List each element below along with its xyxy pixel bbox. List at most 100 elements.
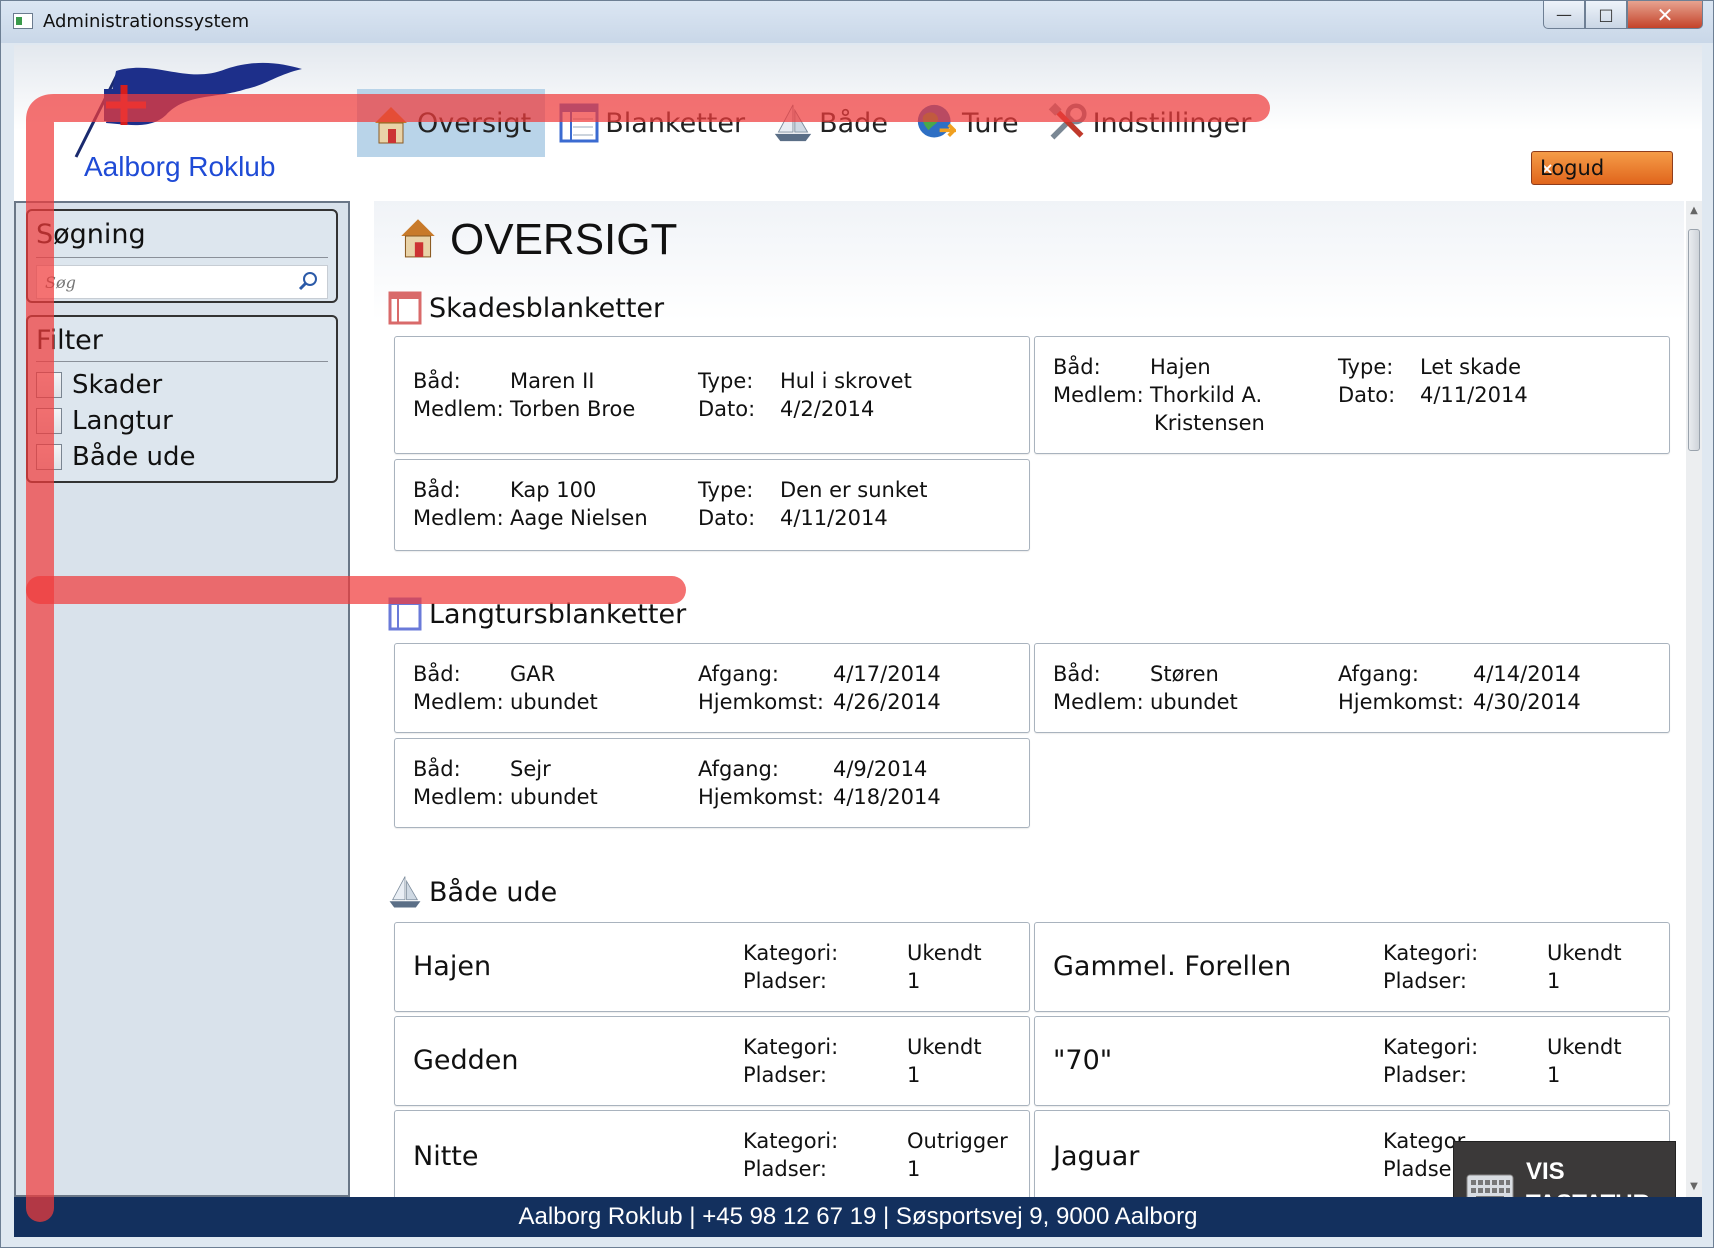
seats-value: 1	[907, 1157, 921, 1181]
return-value: 4/30/2014	[1473, 690, 1581, 714]
nav-tab-oversigt[interactable]: Oversigt	[357, 89, 546, 157]
member-value: Aage Nielsen	[510, 506, 648, 530]
member-value: Torben Broe	[510, 397, 636, 421]
type-value: Let skade	[1420, 355, 1522, 379]
date-value: 4/11/2014	[780, 506, 888, 530]
scroll-up-icon[interactable]: ▲	[1686, 205, 1702, 216]
nav-tab-label: Både	[819, 107, 888, 139]
checkbox[interactable]	[36, 408, 62, 434]
checkbox[interactable]	[36, 372, 62, 398]
section-title-longtrip: Langtursblanketter	[429, 599, 687, 630]
boat-label: Båd:	[1053, 662, 1101, 686]
departure-value: 4/14/2014	[1473, 662, 1581, 686]
divider	[36, 257, 328, 258]
nav-tab-baade[interactable]: Både	[759, 89, 902, 157]
member-value: Thorkild A.	[1150, 383, 1263, 407]
vertical-scrollbar[interactable]: ▲ ▼	[1686, 201, 1702, 1197]
type-value: Den er sunket	[780, 478, 928, 502]
filter-label: Både ude	[72, 442, 196, 472]
category-value: Ukendt	[1547, 941, 1622, 965]
close-button[interactable]: ✕	[1627, 1, 1703, 29]
sailboat-icon	[773, 101, 813, 145]
search-icon[interactable]	[297, 270, 319, 292]
member-label: Medlem:	[413, 397, 504, 421]
departure-value: 4/17/2014	[833, 662, 941, 686]
club-flag-logo	[74, 62, 302, 158]
type-label: Type:	[698, 369, 754, 393]
member-label: Medlem:	[413, 690, 504, 714]
nav-tab-label: Ture	[961, 107, 1019, 139]
form-icon	[388, 597, 422, 631]
boat-name: "70"	[1053, 1045, 1113, 1076]
boat-card[interactable]: Gedden Kategori: Pladser: Ukendt 1	[394, 1016, 1030, 1106]
category-value: Ukendt	[907, 941, 982, 965]
logout-label: Logud	[1540, 156, 1605, 180]
logout-button[interactable]: Logud ×	[1531, 151, 1673, 185]
filter-option-langtur[interactable]: Langtur	[36, 405, 173, 437]
nav-tab-ture[interactable]: Ture	[902, 89, 1033, 157]
search-input[interactable]	[43, 266, 297, 298]
sidebar: Søgning Filter Skader Langtur	[14, 201, 350, 1197]
type-label: Type:	[1338, 355, 1394, 379]
search-box	[36, 265, 328, 299]
departure-label: Afgang:	[698, 662, 779, 686]
damage-card[interactable]: Båd: Medlem: Maren II Torben Broe Type: …	[394, 336, 1030, 454]
main-nav: Oversigt Blanketter Både Ture Indstillin…	[357, 89, 1265, 157]
club-name: Aalborg Roklub	[84, 151, 276, 182]
return-label: Hjemkomst:	[698, 785, 824, 809]
form-icon	[388, 291, 422, 325]
tools-icon	[1047, 101, 1087, 145]
boat-card[interactable]: Hajen Kategori: Pladser: Ukendt 1	[394, 922, 1030, 1012]
seats-label: Pladser:	[743, 969, 827, 993]
boat-card[interactable]: Gammel. Forellen Kategori: Pladser: Uken…	[1034, 922, 1670, 1012]
member-label: Medlem:	[1053, 383, 1144, 407]
boat-card[interactable]: Nitte Kategori: Pladser: Outrigger 1	[394, 1110, 1030, 1197]
nav-tab-blanketter[interactable]: Blanketter	[545, 89, 759, 157]
scroll-down-icon[interactable]: ▼	[1686, 1181, 1702, 1192]
seats-label: Pladser:	[743, 1063, 827, 1087]
scroll-thumb[interactable]	[1688, 229, 1700, 451]
damage-card[interactable]: Båd: Medlem: Hajen Thorkild A. Kristense…	[1034, 336, 1670, 454]
seats-value: 1	[1547, 969, 1561, 993]
seats-label: Pladser:	[743, 1157, 827, 1181]
longtrip-card[interactable]: Båd: Medlem: Sejr ubundet Afgang: Hjemko…	[394, 738, 1030, 828]
longtrip-card[interactable]: Båd: Medlem: Støren ubundet Afgang: Hjem…	[1034, 643, 1670, 733]
section-title-boats-out: Både ude	[429, 877, 558, 908]
category-label: Kategori:	[743, 941, 839, 965]
seats-value: 1	[907, 969, 921, 993]
filter-title: Filter	[36, 325, 103, 356]
application-window: Administrationssystem — □ ✕ Aalborg Rokl…	[0, 0, 1714, 1248]
date-label: Dato:	[698, 397, 756, 421]
category-label: Kategori:	[1383, 1035, 1479, 1059]
filter-option-skader[interactable]: Skader	[36, 369, 162, 401]
date-label: Dato:	[698, 506, 756, 530]
return-value: 4/26/2014	[833, 690, 941, 714]
boat-label: Båd:	[413, 662, 461, 686]
boat-name: Nitte	[413, 1141, 479, 1172]
nav-tab-indstillinger[interactable]: Indstillinger	[1033, 89, 1266, 157]
divider	[36, 361, 328, 362]
boat-name: Gedden	[413, 1045, 519, 1076]
date-value: 4/2/2014	[780, 397, 875, 421]
filter-option-baade-ude[interactable]: Både ude	[36, 441, 196, 473]
longtrip-card[interactable]: Båd: Medlem: GAR ubundet Afgang: Hjemkom…	[394, 643, 1030, 733]
member-value-line2: Kristensen	[1154, 411, 1265, 435]
maximize-button[interactable]: □	[1585, 1, 1627, 29]
checkbox[interactable]	[36, 444, 62, 470]
boat-name: Hajen	[413, 951, 492, 982]
minimize-button[interactable]: —	[1543, 1, 1585, 29]
house-icon	[371, 101, 411, 145]
filter-label: Skader	[72, 370, 163, 400]
category-label: Kategori:	[743, 1129, 839, 1153]
type-value: Hul i skrovet	[780, 369, 912, 393]
boat-value: Støren	[1150, 662, 1219, 686]
nav-tab-label: Indstillinger	[1092, 107, 1252, 139]
boat-card[interactable]: "70" Kategori: Pladser: Ukendt 1	[1034, 1016, 1670, 1106]
main-content: OVERSIGT Skadesblanketter Båd: Medlem: M…	[374, 201, 1684, 1197]
damage-card[interactable]: Båd: Medlem: Kap 100 Aage Nielsen Type: …	[394, 459, 1030, 551]
sailboat-icon	[389, 876, 421, 908]
member-value: ubundet	[510, 690, 598, 714]
footer: Aalborg Roklub | +45 98 12 67 19 | Søspo…	[14, 1197, 1702, 1237]
search-title: Søgning	[36, 219, 146, 250]
boat-label: Båd:	[1053, 355, 1101, 379]
